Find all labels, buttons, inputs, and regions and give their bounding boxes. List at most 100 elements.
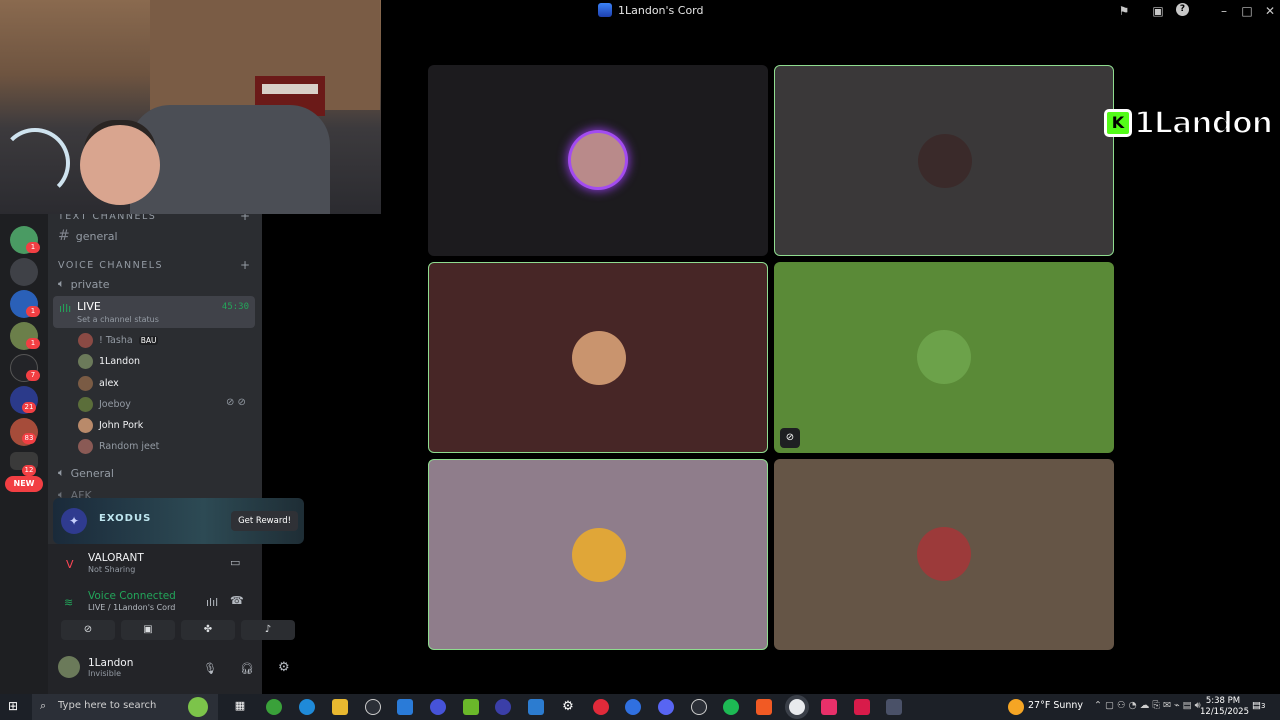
- participant-tile[interactable]: [428, 459, 768, 650]
- brave-icon[interactable]: [756, 699, 772, 715]
- participant-tile[interactable]: [774, 459, 1114, 650]
- help-icon[interactable]: ?: [1176, 3, 1189, 16]
- participant-avatar: [571, 133, 625, 187]
- windows-start-icon[interactable]: ⊞: [8, 699, 22, 713]
- server-rail: 1 1 1 7 21 83 12 NEW: [0, 214, 48, 694]
- calculator-icon[interactable]: [528, 699, 544, 715]
- weather-icon: [1008, 699, 1024, 715]
- voice-member[interactable]: alex: [78, 376, 119, 391]
- search-icon: ⌕: [40, 699, 47, 712]
- chair: [130, 105, 330, 214]
- inbox-icon[interactable]: ▣: [1150, 3, 1166, 19]
- user-panel: V VALORANT Not Sharing ▭ ≋ Voice Connect…: [48, 544, 295, 694]
- channel-label: private: [70, 277, 110, 291]
- member-name: John Pork: [99, 420, 144, 431]
- camera-button[interactable]: ⊘: [61, 620, 115, 640]
- store-icon[interactable]: [397, 699, 413, 715]
- app-icon[interactable]: [691, 699, 707, 715]
- search-placeholder: Type here to search: [58, 700, 157, 711]
- xbox-icon[interactable]: [266, 699, 282, 715]
- nvidia-icon[interactable]: [463, 699, 479, 715]
- chrome-icon[interactable]: [789, 699, 805, 715]
- channel-general[interactable]: # general: [58, 228, 118, 244]
- app-icon[interactable]: [593, 699, 609, 715]
- file-explorer-icon[interactable]: [332, 699, 348, 715]
- noise-suppression-icon[interactable]: ılıl: [206, 596, 218, 609]
- speaker-icon: 🔈︎: [58, 466, 65, 479]
- quest-icon: ✦: [61, 508, 87, 534]
- hash-icon: #: [58, 228, 70, 244]
- promo-banner[interactable]: ✦ EXODUS Get Reward!: [53, 498, 304, 544]
- server-logo-icon: [598, 3, 612, 17]
- participant-tile[interactable]: [428, 262, 768, 453]
- weather-text[interactable]: 27°F Sunny: [1028, 700, 1083, 711]
- app-icon[interactable]: [430, 699, 446, 715]
- signal-icon: ≋: [64, 596, 74, 609]
- channel-private[interactable]: 🔈︎ private: [58, 277, 110, 291]
- channel-label: General: [70, 466, 114, 480]
- headphones-icon[interactable]: 🎧︎: [240, 662, 254, 675]
- activities-button[interactable]: ✤: [181, 620, 235, 640]
- participant-avatar: [917, 527, 971, 581]
- current-user[interactable]: 1Landon Invisible: [58, 656, 133, 678]
- microphone-icon[interactable]: 🎙︎: [203, 662, 217, 675]
- participant-tile[interactable]: [774, 65, 1114, 256]
- app-icon[interactable]: [365, 699, 381, 715]
- webcam-overlay: [0, 0, 381, 214]
- edge-icon[interactable]: [299, 699, 315, 715]
- add-channel-icon[interactable]: +: [240, 258, 250, 272]
- tray-icons[interactable]: ⌃ ▢ ⚇ ◔ ☁ ⎘ ✉ ⌁ ▤ 🔊︎: [1094, 700, 1201, 711]
- mention-badge: 1: [26, 242, 40, 253]
- new-badge[interactable]: NEW: [5, 476, 43, 492]
- taskbar-search[interactable]: ⌕ Type here to search: [32, 694, 218, 720]
- channel-label: general: [75, 229, 118, 243]
- system-clock[interactable]: 5:38 PM 12/15/2025: [1200, 696, 1249, 718]
- get-reward-button[interactable]: Get Reward!: [231, 511, 298, 531]
- settings-gear-icon[interactable]: ⚙: [278, 660, 290, 675]
- voice-member[interactable]: ! Tasha BAU: [78, 333, 159, 348]
- notifications-icon[interactable]: ▤3: [1252, 700, 1265, 711]
- voice-member[interactable]: Random jeet: [78, 439, 159, 454]
- channel-live[interactable]: ıllı LIVE 45:30 Set a channel status: [53, 296, 255, 328]
- voice-member[interactable]: Joeboy: [78, 397, 131, 412]
- participant-avatar: [572, 528, 626, 582]
- member-name: Joeboy: [99, 399, 131, 410]
- avatar: [78, 333, 93, 348]
- screen-share-button[interactable]: ▣: [121, 620, 175, 640]
- discord-icon[interactable]: [658, 699, 674, 715]
- username: 1Landon: [88, 656, 134, 669]
- speaker-icon: 🔈︎: [58, 277, 65, 290]
- settings-icon[interactable]: ⚙: [560, 699, 576, 715]
- task-view-icon[interactable]: ▦: [232, 699, 248, 715]
- maximize-icon[interactable]: □: [1239, 3, 1255, 19]
- spotify-icon[interactable]: [723, 699, 739, 715]
- minimize-icon[interactable]: –: [1216, 3, 1232, 19]
- flag-icon[interactable]: ⚑: [1116, 3, 1132, 19]
- voice-channels-category[interactable]: VOICE CHANNELS: [58, 260, 163, 271]
- close-icon[interactable]: ✕: [1262, 3, 1278, 19]
- voice-member[interactable]: John Pork: [78, 418, 143, 433]
- avatar: [78, 397, 93, 412]
- app-icon[interactable]: [886, 699, 902, 715]
- app-icon[interactable]: [854, 699, 870, 715]
- channel-general-voice[interactable]: 🔈︎ General: [58, 466, 114, 480]
- media-player-icon[interactable]: [495, 699, 511, 715]
- voice-status[interactable]: Voice Connected: [88, 590, 176, 602]
- window-title: 1Landon's Cord: [598, 3, 704, 17]
- mention-badge: 7: [26, 370, 40, 381]
- muted-mic-icon: ⊘ ⊘: [226, 397, 246, 408]
- disconnect-icon[interactable]: ☎: [230, 594, 244, 607]
- desk-lamp: [0, 128, 70, 198]
- voice-member[interactable]: 1Landon: [78, 354, 140, 369]
- server-icon[interactable]: [10, 258, 38, 286]
- streamer-name: 1Landon: [1133, 105, 1274, 142]
- participant-tile[interactable]: [428, 65, 768, 256]
- share-screen-icon[interactable]: ▭: [230, 556, 240, 569]
- app-icon[interactable]: [625, 699, 641, 715]
- notification-count: 3: [1260, 702, 1266, 710]
- participant-tile[interactable]: ⊘: [774, 262, 1114, 453]
- member-tag: BAU: [138, 336, 159, 345]
- channel-status[interactable]: Set a channel status: [77, 315, 159, 324]
- soundboard-button[interactable]: ♪: [241, 620, 295, 640]
- app-icon[interactable]: [821, 699, 837, 715]
